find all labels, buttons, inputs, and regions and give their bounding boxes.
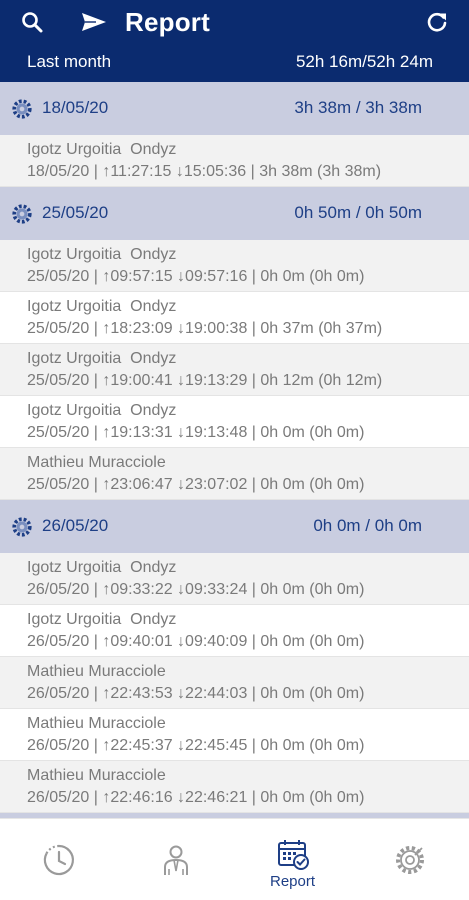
entry-employee-name: Mathieu Muracciole xyxy=(27,663,166,680)
entry-employee-name: Igotz Urgoitia Ondyz xyxy=(27,611,177,628)
day-date: 25/05/20 xyxy=(42,203,109,222)
period-selector[interactable]: Last month xyxy=(27,52,111,72)
list-item[interactable]: Mathieu Muracciole 26/05/20 | ↑22:46:16 … xyxy=(0,761,469,813)
entry-employee-name: Igotz Urgoitia Ondyz xyxy=(27,141,177,158)
list-item[interactable]: Igotz Urgoitia Ondyz 25/05/20 | ↑18:23:0… xyxy=(0,292,469,344)
settings-gear-icon xyxy=(396,846,424,874)
nav-employees[interactable] xyxy=(117,819,234,900)
entry-detail: 26/05/20 | ↑22:45:37 ↓22:45:45 | 0h 0m (… xyxy=(27,737,365,754)
send-icon[interactable] xyxy=(80,8,108,36)
list-item[interactable]: Igotz Urgoitia Ondyz 26/05/20 | ↑09:40:0… xyxy=(0,605,469,657)
calendar-check-icon xyxy=(278,840,309,870)
entry-employee-name: Mathieu Muracciole xyxy=(27,715,166,732)
bottom-navigation: Report xyxy=(0,818,469,900)
entry-employee-name: Igotz Urgoitia Ondyz xyxy=(27,298,177,315)
list-item[interactable]: Mathieu Muracciole 25/05/20 | ↑23:06:47 … xyxy=(0,448,469,500)
day-duration: 0h 0m / 0h 0m xyxy=(313,516,422,535)
nav-report[interactable]: Report xyxy=(234,819,351,900)
entry-detail: 25/05/20 | ↑19:13:31 ↓19:13:48 | 0h 0m (… xyxy=(27,424,365,441)
day-duration: 3h 38m / 3h 38m xyxy=(294,98,422,117)
summary-row: Last month 52h 16m/52h 24m xyxy=(0,50,469,76)
entry-employee-name: Mathieu Muracciole xyxy=(27,454,166,471)
refresh-icon[interactable] xyxy=(423,8,451,36)
day-header[interactable]: 26/05/20 0h 0m / 0h 0m xyxy=(0,500,469,553)
entry-detail: 26/05/20 | ↑22:46:16 ↓22:46:21 | 0h 0m (… xyxy=(27,789,365,806)
entry-employee-name: Mathieu Muracciole xyxy=(27,767,166,784)
day-duration: 0h 50m / 0h 50m xyxy=(294,203,422,222)
top-app-bar: Report Last month 52h 16m/52h 24m xyxy=(0,0,469,82)
day-date: 26/05/20 xyxy=(42,516,109,535)
gear-icon xyxy=(12,204,32,224)
entry-detail: 26/05/20 | ↑09:33:22 ↓09:33:24 | 0h 0m (… xyxy=(27,581,365,598)
entry-detail: 26/05/20 | ↑09:40:01 ↓09:40:09 | 0h 0m (… xyxy=(27,633,365,650)
app-root: Report Last month 52h 16m/52h 24m 18/05/… xyxy=(0,0,469,900)
employee-icon xyxy=(164,845,188,875)
entry-detail: 26/05/20 | ↑22:43:53 ↓22:44:03 | 0h 0m (… xyxy=(27,685,365,702)
entry-detail: 25/05/20 | ↑18:23:09 ↓19:00:38 | 0h 37m … xyxy=(27,320,383,337)
gear-icon xyxy=(12,517,32,537)
list-item[interactable]: Igotz Urgoitia Ondyz 25/05/20 | ↑19:13:3… xyxy=(0,396,469,448)
entry-detail: 25/05/20 | ↑19:00:41 ↓19:13:29 | 0h 12m … xyxy=(27,372,383,389)
list-item[interactable]: Igotz Urgoitia Ondyz 18/05/20 | ↑11:27:1… xyxy=(0,135,469,187)
entry-employee-name: Igotz Urgoitia Ondyz xyxy=(27,350,177,367)
search-icon[interactable] xyxy=(18,8,46,36)
toolbar-row: Report xyxy=(0,0,469,44)
list-item[interactable]: Igotz Urgoitia Ondyz 26/05/20 | ↑09:33:2… xyxy=(0,553,469,605)
page-title: Report xyxy=(125,7,210,37)
nav-history[interactable] xyxy=(0,819,117,900)
gear-icon xyxy=(12,99,32,119)
entry-detail: 18/05/20 | ↑11:27:15 ↓15:05:36 | 3h 38m … xyxy=(27,163,382,180)
entry-employee-name: Igotz Urgoitia Ondyz xyxy=(27,402,177,419)
list-item[interactable]: Mathieu Muracciole 26/05/20 | ↑22:43:53 … xyxy=(0,657,469,709)
nav-settings[interactable] xyxy=(351,819,468,900)
history-clock-icon xyxy=(43,844,74,876)
list-item[interactable]: Mathieu Muracciole 26/05/20 | ↑22:45:37 … xyxy=(0,709,469,761)
entry-employee-name: Igotz Urgoitia Ondyz xyxy=(27,559,177,576)
list-item[interactable]: Igotz Urgoitia Ondyz 25/05/20 | ↑19:00:4… xyxy=(0,344,469,396)
day-header[interactable]: 18/05/20 3h 38m / 3h 38m xyxy=(0,82,469,135)
entry-detail: 25/05/20 | ↑23:06:47 ↓23:07:02 | 0h 0m (… xyxy=(27,476,365,493)
entry-detail: 25/05/20 | ↑09:57:15 ↓09:57:16 | 0h 0m (… xyxy=(27,268,365,285)
day-date: 18/05/20 xyxy=(42,98,109,117)
report-list[interactable]: 18/05/20 3h 38m / 3h 38m Igotz Urgoitia … xyxy=(0,82,469,818)
entry-employee-name: Igotz Urgoitia Ondyz xyxy=(27,246,177,263)
total-duration: 52h 16m/52h 24m xyxy=(295,52,433,71)
nav-report-label: Report xyxy=(269,873,316,890)
list-item[interactable]: Igotz Urgoitia Ondyz 25/05/20 | ↑09:57:1… xyxy=(0,240,469,292)
day-header[interactable]: 25/05/20 0h 50m / 0h 50m xyxy=(0,187,469,240)
